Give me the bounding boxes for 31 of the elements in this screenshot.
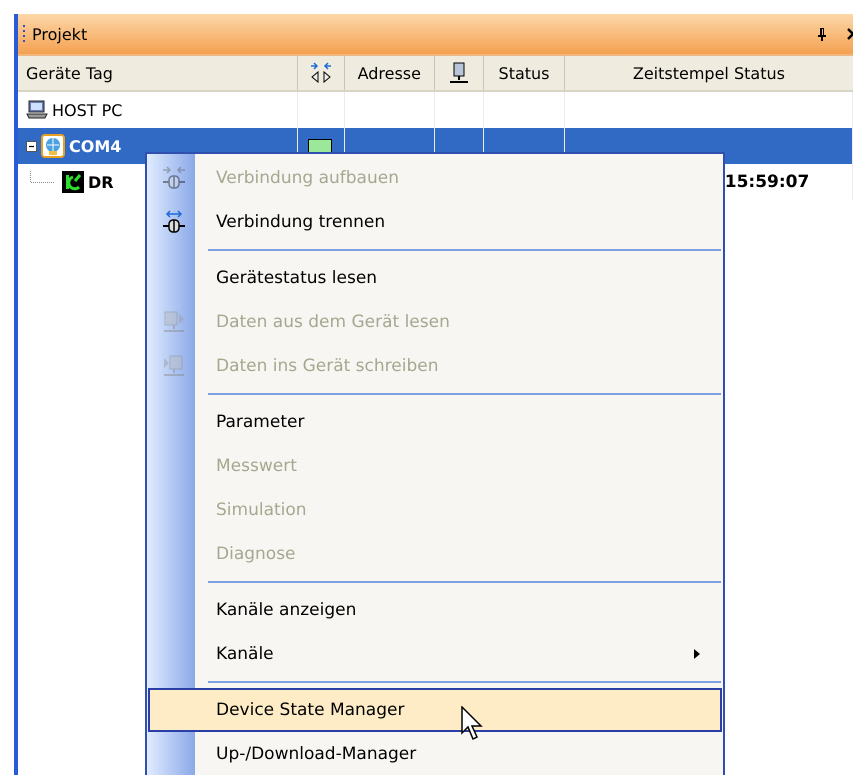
menu-item[interactable]: Kanäle anzeigen — [148, 588, 722, 632]
device-icon — [162, 354, 186, 378]
column-header[interactable]: Status — [484, 56, 565, 90]
menu-item[interactable]: Up-/Download-Manager — [148, 732, 722, 775]
plug-icon — [162, 166, 186, 190]
device-status-icon — [62, 171, 84, 193]
pin-icon[interactable] — [817, 27, 827, 41]
device-name: DR — [88, 172, 114, 192]
computer-icon — [26, 100, 48, 120]
menu-item[interactable]: Device State Manager — [148, 688, 722, 732]
timestamp: 15:59:07 — [724, 172, 810, 192]
device-icon — [448, 62, 470, 84]
network-globe-icon — [41, 134, 65, 158]
mouse-cursor-icon — [461, 706, 485, 742]
column-header[interactable]: Geräte Tag — [18, 56, 298, 90]
tree-line — [30, 171, 54, 183]
column-header[interactable]: Zeitstempel Status — [564, 56, 853, 90]
menu-item[interactable]: Kanäle — [148, 632, 722, 676]
column-header[interactable]: Adresse — [345, 56, 435, 90]
panel-title: Projekt — [32, 24, 88, 44]
grip-icon — [22, 24, 26, 44]
collapse-icon[interactable] — [26, 140, 37, 152]
menu-item[interactable]: Verbindung trennen — [148, 200, 722, 244]
device-icon — [162, 310, 186, 334]
menu-item[interactable]: Parameter — [148, 400, 722, 444]
submenu-arrow-icon — [694, 649, 700, 659]
menu-item[interactable]: Gerätestatus lesen — [148, 256, 722, 300]
plug-icon — [310, 62, 332, 84]
device-name: HOST PC — [52, 100, 122, 120]
plug-icon — [162, 210, 186, 234]
device-name: COM4 — [69, 136, 122, 156]
